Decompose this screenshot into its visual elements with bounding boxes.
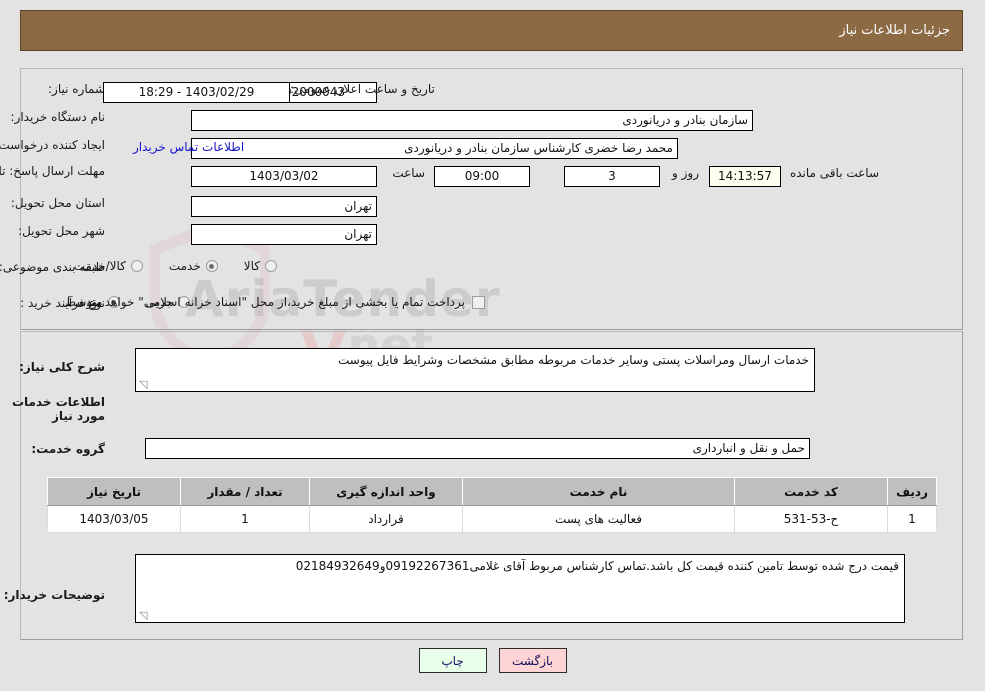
- radio-icon-khedmat[interactable]: [205, 260, 218, 272]
- field-city: تهران: [191, 224, 377, 245]
- field-deadline-time: 09:00: [434, 166, 530, 187]
- col-unit: واحد اندازه گیری: [309, 477, 463, 506]
- buyer-notes-value: قیمت درج شده توسط تامین کننده قیمت کل با…: [295, 559, 899, 573]
- col-need-date: تاریخ نیاز: [47, 477, 181, 506]
- field-remaining-suffix-label: ساعت باقی مانده: [789, 166, 879, 180]
- need-info-panel: [20, 68, 963, 330]
- remaining-time-value: 14:13:57: [709, 166, 781, 187]
- radio-label-kala-khedmat: کالا/خدمت: [73, 259, 126, 273]
- field-buyer-org: سازمان بنادر و دریانوردی: [191, 110, 753, 131]
- col-service-code: کد خدمت: [734, 477, 888, 506]
- announce-datetime-value: 18:29 - 1403/02/29: [103, 82, 290, 103]
- buyer-contact-link-wrap[interactable]: اطلاعات تماس خریدار: [133, 140, 244, 154]
- field-general-description-label: شرح کلی نیاز:: [19, 360, 105, 374]
- field-announce-datetime: 18:29 - 1403/02/29: [103, 82, 290, 103]
- footer-buttons: بازگشت چاپ: [0, 648, 985, 673]
- field-remaining-time: 14:13:57: [709, 166, 781, 187]
- service-group-value: حمل و نقل و انبارداری: [145, 438, 810, 459]
- field-service-group-label: گروه خدمت:: [31, 442, 105, 456]
- field-need-number-label: شماره نیاز:: [48, 82, 105, 96]
- deadline-date-value: 1403/03/02: [191, 166, 377, 187]
- table-row[interactable]: 1 ح-53-531 فعالیت های پست قرارداد 1 1403…: [47, 505, 937, 533]
- city-value: تهران: [191, 224, 377, 245]
- radio-option-kala-khedmat[interactable]: کالا/خدمت: [74, 259, 143, 273]
- category-radio-group: کالا خدمت کالا/خدمت: [48, 259, 277, 273]
- treasury-checkbox[interactable]: [472, 295, 485, 309]
- cell-quantity: 1: [180, 505, 310, 533]
- field-service-group: حمل و نقل و انبارداری: [145, 438, 810, 459]
- col-service-name: نام خدمت: [462, 477, 735, 506]
- print-button[interactable]: چاپ: [418, 648, 487, 673]
- resize-grip-icon[interactable]: ◸: [139, 378, 149, 391]
- back-button[interactable]: بازگشت: [498, 648, 567, 673]
- treasury-checkbox-label: پرداخت تمام یا بخشی از مبلغ خرید،از محل …: [82, 295, 465, 309]
- services-section-heading: اطلاعات خدمات مورد نیاز: [11, 395, 105, 423]
- deadline-time-value: 09:00: [434, 166, 530, 187]
- col-radif: ردیف: [887, 477, 937, 506]
- field-city-label: شهر محل تحویل:: [18, 224, 105, 238]
- buyer-notes-textarea[interactable]: قیمت درج شده توسط تامین کننده قیمت کل با…: [135, 554, 905, 623]
- radio-option-kala[interactable]: کالا: [244, 259, 277, 273]
- field-announce-datetime-label: تاریخ و ساعت اعلان عمومی:: [290, 82, 435, 96]
- creator-value: محمد رضا خضری کارشناس سازمان بنادر و دری…: [191, 138, 678, 159]
- radio-icon-kala-khedmat[interactable]: [130, 260, 143, 272]
- cell-need-date: 1403/03/05: [47, 505, 181, 533]
- cell-service-name: فعالیت های پست: [462, 505, 735, 533]
- field-remaining-days-label: روز و: [672, 166, 699, 180]
- table-header-row: ردیف کد خدمت نام خدمت واحد اندازه گیری ت…: [47, 477, 937, 506]
- radio-label-khedmat: خدمت: [168, 259, 201, 273]
- buyer-org-value: سازمان بنادر و دریانوردی: [191, 110, 753, 131]
- province-value: تهران: [191, 196, 377, 217]
- buyer-contact-link[interactable]: اطلاعات تماس خریدار: [133, 140, 244, 154]
- col-quantity: تعداد / مقدار: [180, 477, 310, 506]
- field-buyer-notes-label: توضیحات خریدار:: [3, 588, 105, 602]
- cell-unit: قرارداد: [309, 505, 463, 533]
- general-description-textarea[interactable]: خدمات ارسال ومراسلات پستی وسایر خدمات مر…: [135, 348, 815, 392]
- resize-grip-icon-notes[interactable]: ◸: [139, 609, 149, 622]
- page-title: جزئیات اطلاعات نیاز: [839, 23, 950, 38]
- field-deadline-date: 1403/03/02: [191, 166, 377, 187]
- radio-label-kala: کالا: [243, 259, 260, 273]
- field-province: تهران: [191, 196, 377, 217]
- remaining-days-value: 3: [564, 166, 660, 187]
- general-description-value: خدمات ارسال ومراسلات پستی وسایر خدمات مر…: [338, 353, 809, 367]
- field-buyer-org-label: نام دستگاه خریدار:: [10, 110, 106, 124]
- treasury-checkbox-row[interactable]: پرداخت تمام یا بخشی از مبلغ خرید،از محل …: [82, 295, 485, 309]
- services-table-wrap: ردیف کد خدمت نام خدمت واحد اندازه گیری ت…: [47, 477, 937, 533]
- field-province-label: استان محل تحویل:: [10, 196, 105, 210]
- cell-service-code: ح-53-531: [734, 505, 888, 533]
- services-table: ردیف کد خدمت نام خدمت واحد اندازه گیری ت…: [47, 477, 937, 533]
- field-creator-label: ایجاد کننده درخواست:: [0, 138, 105, 152]
- field-deadline-time-label: ساعت: [392, 166, 425, 180]
- page-title-bar: جزئیات اطلاعات نیاز: [20, 10, 963, 51]
- field-creator: محمد رضا خضری کارشناس سازمان بنادر و دری…: [191, 138, 678, 159]
- field-remaining-days: 3: [564, 166, 660, 187]
- radio-option-khedmat[interactable]: خدمت: [169, 259, 218, 273]
- cell-radif: 1: [887, 505, 937, 533]
- radio-icon-kala[interactable]: [265, 260, 277, 272]
- field-deadline-label: مهلت ارسال پاسخ: تا تاریخ:: [0, 164, 105, 178]
